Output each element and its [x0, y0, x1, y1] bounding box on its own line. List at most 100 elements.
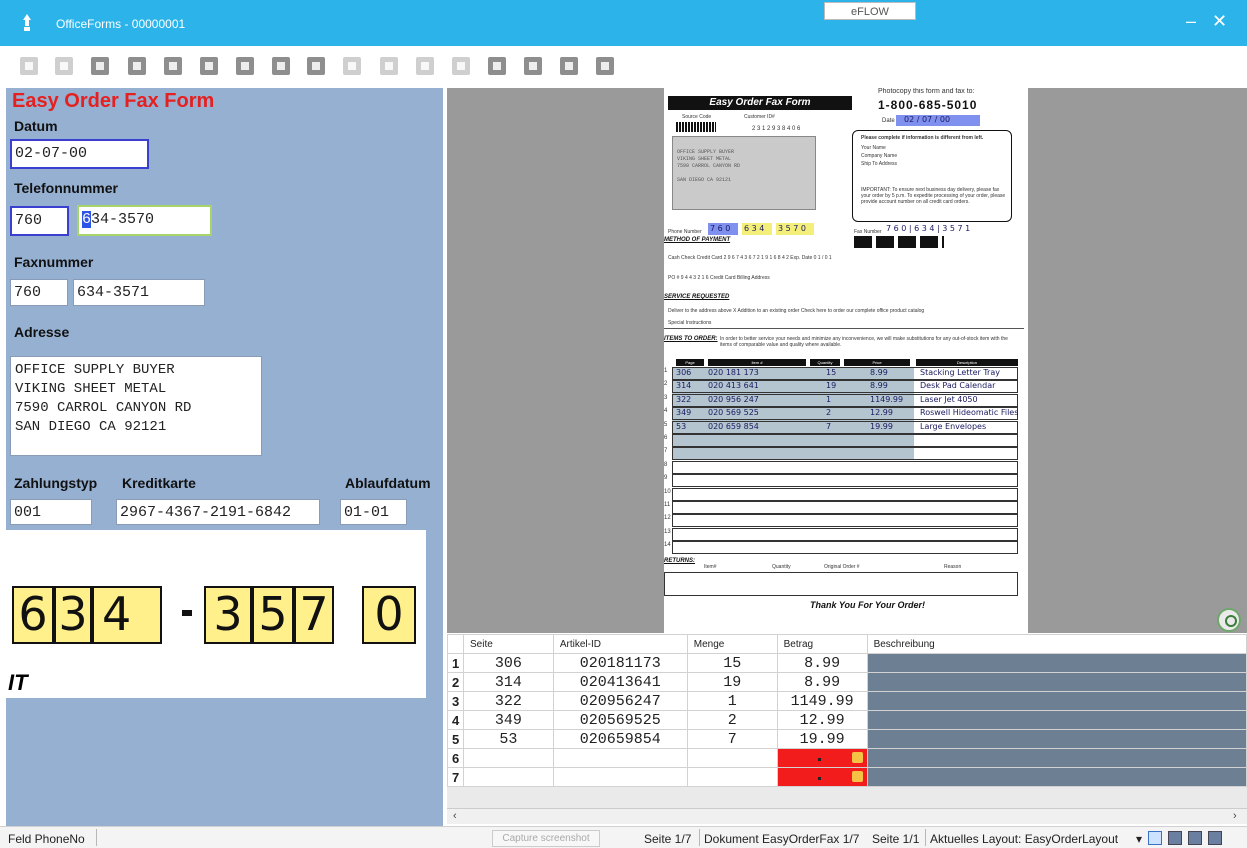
- cell-beschreibung[interactable]: [866, 691, 1247, 711]
- kreditkarte-field[interactable]: 2967-4367-2191-6842: [116, 499, 320, 525]
- cell-artikel[interactable]: 020659854: [552, 729, 688, 749]
- cell-beschreibung[interactable]: [866, 672, 1247, 692]
- layout-split-icon[interactable]: [1168, 831, 1182, 845]
- cell-menge[interactable]: 2: [686, 710, 778, 730]
- cell-artikel[interactable]: 020181173: [552, 653, 688, 673]
- capture-screenshot-button[interactable]: Capture screenshot: [492, 830, 600, 847]
- rotate-icon[interactable]: [343, 57, 361, 75]
- warning-icon[interactable]: [851, 752, 863, 763]
- column-header-betrag[interactable]: Betrag: [776, 634, 868, 654]
- column-header-artikel[interactable]: Artikel-ID: [552, 634, 688, 654]
- zoom-in-icon[interactable]: [488, 57, 506, 75]
- adresse-field[interactable]: OFFICE SUPPLY BUYER VIKING SHEET METAL 7…: [10, 356, 262, 456]
- doc-phone-last: 3 5 7 0: [778, 224, 806, 233]
- scroll-left-icon[interactable]: ‹: [453, 810, 457, 822]
- row-number[interactable]: 2: [447, 672, 464, 692]
- cell-menge[interactable]: 7: [686, 729, 778, 749]
- cell-seite[interactable]: 349: [462, 710, 554, 730]
- column-header-beschreibung[interactable]: Beschreibung: [866, 634, 1247, 654]
- save-icon[interactable]: [91, 57, 109, 75]
- telefon-area-field[interactable]: 760: [10, 206, 69, 236]
- cell-seite[interactable]: 314: [462, 672, 554, 692]
- cell-betrag[interactable]: 8.99: [776, 672, 868, 692]
- horizontal-scrollbar[interactable]: ‹ ›: [447, 808, 1247, 824]
- row-number[interactable]: 1: [447, 653, 464, 673]
- cell-betrag[interactable]: 8.99: [776, 653, 868, 673]
- cell-betrag[interactable]: 19.99: [776, 729, 868, 749]
- upload-icon[interactable]: [20, 57, 38, 75]
- cell-betrag[interactable]: 12.99: [776, 710, 868, 730]
- cell-betrag[interactable]: [776, 767, 868, 787]
- row-number[interactable]: 7: [447, 767, 464, 787]
- cell-betrag[interactable]: [776, 748, 868, 768]
- row-number[interactable]: 4: [447, 710, 464, 730]
- toolbar: [0, 46, 1247, 88]
- layout-single-icon[interactable]: [1148, 831, 1162, 845]
- cell-artikel[interactable]: 020956247: [552, 691, 688, 711]
- cell-menge[interactable]: [686, 748, 778, 768]
- scroll-right-icon[interactable]: ›: [1233, 810, 1237, 822]
- cell-beschreibung[interactable]: [866, 729, 1247, 749]
- delete-icon[interactable]: [128, 57, 146, 75]
- table-row[interactable]: 7: [447, 767, 1247, 787]
- scan-icon[interactable]: [416, 57, 434, 75]
- warning-icon[interactable]: [851, 771, 863, 782]
- table-row[interactable]: 5 53 020659854 7 19.99: [447, 729, 1247, 749]
- cell-seite[interactable]: 306: [462, 653, 554, 673]
- fax-number-field[interactable]: 634-3571: [73, 279, 205, 306]
- cell-menge[interactable]: 19: [686, 672, 778, 692]
- table-row[interactable]: 3 322 020956247 1 1149.99: [447, 691, 1247, 711]
- check-icon[interactable]: [560, 57, 578, 75]
- fit-icon[interactable]: [452, 57, 470, 75]
- cell-beschreibung[interactable]: [866, 653, 1247, 673]
- close-button[interactable]: ✕: [1212, 12, 1227, 30]
- column-header-seite[interactable]: Seite: [462, 634, 554, 654]
- cell-beschreibung[interactable]: [866, 748, 1247, 768]
- page-icon[interactable]: [236, 57, 254, 75]
- cell-artikel[interactable]: 020569525: [552, 710, 688, 730]
- cell-artikel[interactable]: 020413641: [552, 672, 688, 692]
- fax-area-field[interactable]: 760: [10, 279, 68, 306]
- datum-field[interactable]: 02-07-00: [10, 139, 149, 169]
- layout-selector[interactable]: Aktuelles Layout: EasyOrderLayout: [930, 832, 1118, 846]
- eflow-tab[interactable]: eFLOW: [824, 2, 916, 20]
- cell-beschreibung[interactable]: [866, 767, 1247, 787]
- approve-icon[interactable]: [596, 57, 614, 75]
- image-icon[interactable]: [380, 57, 398, 75]
- table-row[interactable]: 2 314 020413641 19 8.99: [447, 672, 1247, 692]
- cell-menge[interactable]: 1: [686, 691, 778, 711]
- cell-menge[interactable]: [686, 767, 778, 787]
- table-row[interactable]: 1 306 020181173 15 8.99: [447, 653, 1247, 673]
- magnifier-icon[interactable]: [1217, 608, 1241, 632]
- table-row[interactable]: 6: [447, 748, 1247, 768]
- remove-page-icon[interactable]: [272, 57, 290, 75]
- telefon-number-rest: 34-3570: [91, 211, 155, 228]
- bookmark-icon[interactable]: [200, 57, 218, 75]
- download-icon[interactable]: [55, 57, 73, 75]
- cell-seite[interactable]: [462, 767, 554, 787]
- cell-artikel[interactable]: [552, 767, 688, 787]
- layout-grid-icon[interactable]: [1208, 831, 1222, 845]
- cell-menge[interactable]: 15: [686, 653, 778, 673]
- ablaufdatum-field[interactable]: 01-01: [340, 499, 407, 525]
- cell-seite[interactable]: 322: [462, 691, 554, 711]
- cell-seite[interactable]: 53: [462, 729, 554, 749]
- row-number[interactable]: 3: [447, 691, 464, 711]
- row-number[interactable]: 6: [447, 748, 464, 768]
- split-icon[interactable]: [164, 57, 182, 75]
- layout-horizontal-icon[interactable]: [1188, 831, 1202, 845]
- minimize-button[interactable]: –: [1186, 12, 1196, 30]
- cell-beschreibung[interactable]: [866, 710, 1247, 730]
- cell-betrag[interactable]: 1149.99: [776, 691, 868, 711]
- document-viewer[interactable]: Easy Order Fax Form Photocopy this form …: [447, 88, 1247, 633]
- telefon-number-field[interactable]: 634-3570: [77, 205, 212, 236]
- cell-artikel[interactable]: [552, 748, 688, 768]
- zoom-out-icon[interactable]: [524, 57, 542, 75]
- zahlungstyp-field[interactable]: 001: [10, 499, 92, 525]
- cell-seite[interactable]: [462, 748, 554, 768]
- column-header-menge[interactable]: Menge: [686, 634, 778, 654]
- chevron-down-icon[interactable]: ▾: [1136, 832, 1142, 846]
- row-number[interactable]: 5: [447, 729, 464, 749]
- crop-icon[interactable]: [307, 57, 325, 75]
- table-row[interactable]: 4 349 020569525 2 12.99: [447, 710, 1247, 730]
